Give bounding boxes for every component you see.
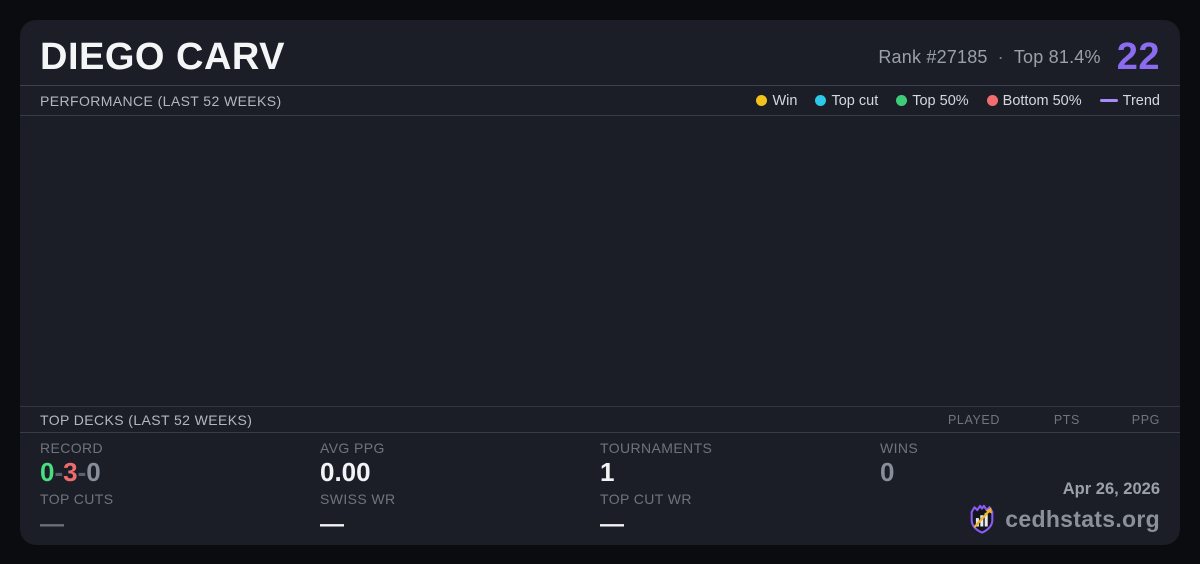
column-header-ppg: PPG [1131,412,1160,427]
record-label: RECORD [40,440,104,456]
legend-label: Top 50% [912,92,969,109]
legend-item-top-50: Top 50% [896,92,969,109]
swiss-wr-label: SWISS WR [320,491,396,507]
column-header-played: PLAYED [947,412,1000,427]
tournaments-value: 1 [600,457,615,487]
top-cuts-value: — [40,511,64,538]
record-draws: 0 [86,457,101,487]
page-title: DIEGO CARV [40,36,286,78]
record-value: 0-3-0 [40,457,320,488]
top-decks-columns: PLAYED PTS PPG [920,413,1160,427]
performance-section-header: PERFORMANCE (LAST 52 WEEKS) Win Top cut … [20,86,1180,116]
stat-col-ppg: AVG PPG 0.00 SWISS WR — [320,440,600,545]
trend-line-icon [1099,99,1118,102]
wins-label: WINS [880,440,919,456]
record-losses: 3 [63,457,78,487]
brand: cedhstats.org [967,503,1160,535]
record-wins: 0 [40,457,55,487]
legend-item-trend: Trend [1099,92,1160,109]
legend-label: Bottom 50% [1002,92,1082,109]
avg-ppg-label: AVG PPG [320,440,385,456]
rank-separator: · [997,47,1004,67]
stat-col-tournaments: TOURNAMENTS 1 TOP CUT WR — [600,440,880,545]
bottom-50-dot-icon [986,95,998,106]
legend-item-win: Win [756,93,797,109]
top-50-dot-icon [896,95,908,106]
record-separator: - [54,457,64,487]
legend-item-bottom-50: Bottom 50% [986,92,1082,109]
player-stats-card: DIEGO CARV Rank #27185 · Top 81.4% 22 PERF… [20,20,1180,545]
rank-text: Rank #27185 · Top 81.4% [878,47,1100,68]
chart-legend: Win Top cut Top 50% Bottom 50% Trend [756,93,1160,109]
top-cuts-label: TOP CUTS [40,491,114,507]
swiss-wr-value: — [320,511,344,538]
rank-summary: Rank #27185 · Top 81.4% 22 [878,36,1160,79]
performance-chart [20,116,1180,406]
top-percent-label: Top 81.4% [1013,47,1101,67]
legend-label: Win [772,92,798,109]
card-footer: Apr 26, 2026 cedhstats.org [967,480,1160,535]
top-decks-title: TOP DECKS (LAST 52 WEEKS) [40,411,253,428]
card-header: DIEGO CARV Rank #27185 · Top 81.4% 22 [20,20,1180,86]
win-dot-icon [756,95,768,106]
top-cut-wr-value: — [600,511,624,538]
date-label: Apr 26, 2026 [1062,480,1160,498]
tournaments-label: TOURNAMENTS [600,440,713,456]
record-separator: - [77,457,87,487]
rank-label: Rank #27185 [878,47,988,67]
top-cut-dot-icon [815,95,827,106]
top-decks-header: TOP DECKS (LAST 52 WEEKS) PLAYED PTS PPG [20,406,1180,433]
score-value: 22 [1116,36,1160,78]
cedhstats-shield-logo-icon [970,504,994,534]
avg-ppg-value: 0.00 [320,457,371,487]
stats-summary: RECORD 0-3-0 TOP CUTS — AVG PPG 0.00 SWI… [20,433,1180,545]
legend-label: Top cut [831,92,879,109]
column-header-pts: PTS [1053,412,1080,427]
legend-label: Trend [1122,92,1160,109]
performance-title: PERFORMANCE (LAST 52 WEEKS) [40,92,282,109]
top-cut-wr-label: TOP CUT WR [600,491,692,507]
legend-item-top-cut: Top cut [815,93,878,109]
site-name: cedhstats.org [1005,505,1160,532]
stat-col-record: RECORD 0-3-0 TOP CUTS — [40,440,320,545]
